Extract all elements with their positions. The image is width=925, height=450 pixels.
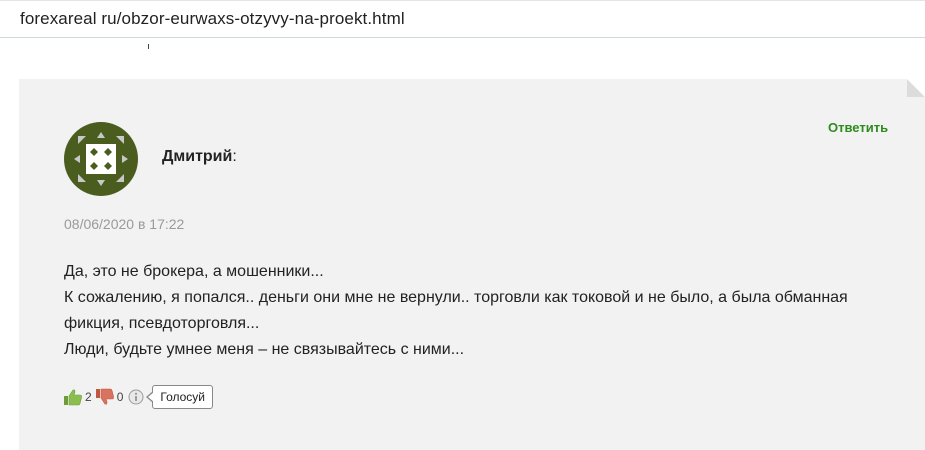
dislikes-count: 0 [116,390,124,404]
comment-text: Да, это не брокера, а мошенники... К сож… [64,259,904,363]
reply-button[interactable]: Ответить [828,120,888,135]
comment-line: К сожалению, я попался.. деньги они мне … [64,289,848,332]
comment-line: Люди, будьте умнее меня – не связывайтес… [64,341,465,358]
author-colon: : [232,148,237,165]
comment-line: Да, это не брокера, а мошенники... [64,263,324,280]
thumbs-down-icon[interactable] [95,388,115,406]
likes-count: 2 [85,390,92,404]
comment-date: 08/06/2020 в 17:22 [64,216,185,232]
address-bar[interactable]: forexareal ru/obzor-eurwaxs-otzyvy-na-pr… [0,0,925,38]
thumbs-up-icon[interactable] [63,388,83,406]
info-icon[interactable] [128,389,144,405]
comment-card: Дмитрий: Ответить 08/06/2020 в 17:22 Да,… [19,79,925,450]
vote-bar: 2 0 Голосуй [63,385,213,409]
author-name: Дмитрий [162,148,233,165]
avatar [64,122,138,196]
url-text[interactable]: forexareal ru/obzor-eurwaxs-otzyvy-na-pr… [20,9,405,29]
vote-button[interactable]: Голосуй [146,385,213,409]
comment-author: Дмитрий: [162,148,237,166]
page-fold [907,79,925,97]
divider-mark [148,44,149,49]
